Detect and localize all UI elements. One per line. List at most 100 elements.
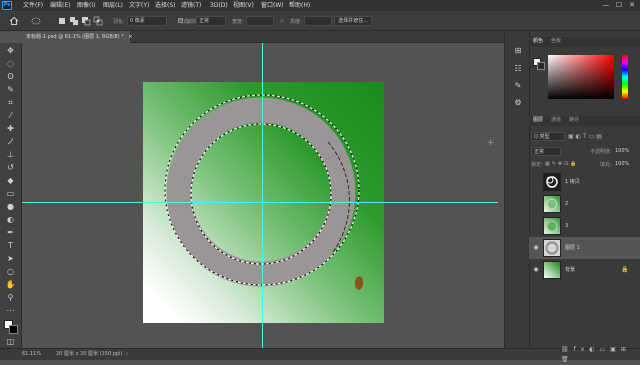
menu-image[interactable]: 图像(I) — [77, 1, 95, 10]
move-tool-icon[interactable]: ✥ — [5, 45, 16, 56]
ellipse-marquee-icon[interactable] — [31, 16, 41, 26]
layer-panel-buttons[interactable]: ⛓fx◐▭▣⊞🗑 — [529, 345, 640, 363]
maximize-button[interactable]: ☐ — [613, 0, 625, 11]
filter-icons[interactable]: ▣◐T▭▤ — [568, 133, 604, 140]
menu-layer[interactable]: 图层(L) — [103, 1, 123, 10]
height-label: 高度: — [290, 19, 302, 25]
layer-row-selected[interactable]: ◉ 图层 1 — [529, 237, 640, 259]
quick-select-tool-icon[interactable]: ✎ — [5, 84, 16, 95]
menu-type[interactable]: 文字(Y) — [129, 1, 149, 10]
opacity-value[interactable]: 100% — [615, 148, 629, 154]
lock-icons[interactable]: ▦✎✥⊡🔒 — [545, 161, 579, 167]
menu-help[interactable]: 帮助(H) — [289, 1, 310, 10]
more-tools-icon[interactable]: ⋯ — [5, 305, 16, 316]
document-info: 20 厘米 x 20 厘米 (150 ppi) — [56, 351, 123, 357]
zoom-tool-icon[interactable]: ⚲ — [5, 292, 16, 303]
add-selection-icon[interactable] — [69, 16, 79, 26]
path-selection-tool-icon[interactable]: ➤ — [5, 253, 16, 264]
subtract-selection-icon[interactable] — [81, 16, 91, 26]
ellipse-marquee-tool-icon[interactable]: ◌ — [5, 58, 16, 69]
document-tab-close[interactable]: × — [128, 34, 132, 40]
eraser-tool-icon[interactable]: ◆ — [5, 175, 16, 186]
feather-label: 羽化: — [113, 19, 125, 25]
eye-icon[interactable]: ◉ — [532, 244, 540, 252]
eye-icon[interactable]: ◉ — [532, 266, 540, 274]
quick-mask-icon[interactable]: ◫ — [5, 336, 16, 347]
new-selection-icon[interactable] — [57, 16, 67, 26]
history-brush-tool-icon[interactable]: ↺ — [5, 162, 16, 173]
menu-3d[interactable]: 3D(D) — [210, 1, 228, 10]
feather-input[interactable]: 0 像素 — [127, 16, 167, 26]
tools-panel: ✥ ◌ ʘ ✎ ⌗ ⁄ ✚ ノ ⊥ ↺ ◆ ▭ ● ◐ ✒ T ➤ ○ ✋ ⚲ … — [0, 43, 22, 348]
vertical-guide[interactable] — [262, 43, 263, 348]
background-color-chip[interactable] — [537, 62, 545, 70]
ellipse-shape-tool-icon[interactable]: ○ — [5, 266, 16, 277]
hand-tool-icon[interactable]: ✋ — [5, 279, 16, 290]
layer-thumbnail — [543, 217, 561, 235]
layer-name[interactable]: 图层 1 — [565, 237, 580, 259]
menu-window[interactable]: 窗口(W) — [261, 1, 284, 10]
horizontal-guide[interactable] — [22, 202, 498, 203]
layer-name[interactable]: 3 — [565, 215, 568, 237]
crop-tool-icon[interactable]: ⌗ — [5, 97, 16, 108]
blur-tool-icon[interactable]: ● — [5, 201, 16, 212]
background-color-swatch[interactable] — [9, 325, 18, 334]
document-tab[interactable]: 未标题-1.psd @ 61.1% (图层 1, RGB/8) * × — [22, 31, 133, 43]
lock-icon: 🔒 — [621, 266, 629, 273]
tab-layers[interactable]: 图层 — [533, 116, 543, 125]
layer-thumbnail — [543, 239, 561, 257]
tab-paths[interactable]: 路径 — [569, 116, 579, 125]
type-tool-icon[interactable]: T — [5, 240, 16, 251]
style-select[interactable]: 正常 — [196, 16, 226, 26]
zoom-level[interactable]: 61.11% — [22, 349, 41, 360]
lock-label: 锁定: — [531, 162, 543, 168]
layer-row[interactable]: ◉ 背景 🔒 — [529, 259, 640, 281]
clone-stamp-tool-icon[interactable]: ⊥ — [5, 149, 16, 160]
eyedropper-tool-icon[interactable]: ⁄ — [5, 110, 16, 121]
layer-name[interactable]: 背景 — [565, 259, 575, 281]
layer-row[interactable]: 1 拷贝 — [529, 171, 640, 193]
layer-name[interactable]: 2 — [565, 193, 568, 215]
menu-file[interactable]: 文件(F) — [23, 1, 43, 10]
status-arrow[interactable]: › — [126, 349, 128, 360]
lasso-tool-icon[interactable]: ʘ — [5, 71, 16, 82]
properties-panel-icon[interactable]: ☷ — [513, 64, 523, 74]
menu-view[interactable]: 视图(V) — [233, 1, 254, 10]
layer-row[interactable]: 3 — [529, 215, 640, 237]
width-label: 宽度: — [232, 19, 244, 25]
menu-edit[interactable]: 编辑(E) — [50, 1, 70, 10]
style-label-text: 样式: — [178, 19, 190, 25]
home-icon[interactable] — [9, 16, 19, 26]
brush-tool-icon[interactable]: ノ — [5, 136, 16, 147]
tab-swatches[interactable]: 色板 — [551, 37, 561, 46]
gradient-tool-icon[interactable]: ▭ — [5, 188, 16, 199]
blend-mode-select[interactable]: 正常 — [531, 147, 561, 156]
crosshair-icon: + — [487, 138, 495, 148]
layer-name[interactable]: 1 拷贝 — [565, 171, 580, 193]
tab-color[interactable]: 颜色 — [533, 37, 543, 46]
pen-tool-icon[interactable]: ✒ — [5, 227, 16, 238]
select-and-mask-button[interactable]: 选择并遮住... — [334, 16, 372, 26]
close-window-button[interactable]: ✕ — [626, 0, 638, 11]
hue-slider[interactable] — [622, 55, 628, 99]
intersect-selection-icon[interactable] — [93, 16, 103, 26]
swap-icon[interactable]: ⇄ — [280, 18, 284, 24]
menu-select[interactable]: 选择(S) — [155, 1, 176, 10]
panel-icon-strip: ⊞ ☷ ✎ ⚙ — [504, 31, 529, 348]
minimize-button[interactable]: — — [600, 0, 612, 11]
color-picker-field[interactable] — [548, 55, 614, 99]
tab-channels[interactable]: 通道 — [551, 116, 561, 125]
height-input[interactable] — [304, 16, 332, 26]
dodge-tool-icon[interactable]: ◐ — [5, 214, 16, 225]
healing-brush-tool-icon[interactable]: ✚ — [5, 123, 16, 134]
layer-row[interactable]: 2 — [529, 193, 640, 215]
menu-bar: Ps 文件(F) 编辑(E) 图像(I) 图层(L) 文字(Y) 选择(S) 滤… — [0, 0, 640, 11]
brush-settings-icon[interactable]: ✎ — [513, 81, 523, 91]
adjustments-panel-icon[interactable]: ⚙ — [513, 98, 523, 108]
menu-filter[interactable]: 滤镜(T) — [181, 1, 201, 10]
fill-value[interactable]: 100% — [615, 161, 629, 167]
layer-filter-select[interactable]: Q 类型 — [531, 132, 565, 141]
width-input[interactable] — [246, 16, 274, 26]
history-panel-icon[interactable]: ⊞ — [513, 46, 523, 56]
opacity-label: 不透明度: — [590, 149, 612, 155]
